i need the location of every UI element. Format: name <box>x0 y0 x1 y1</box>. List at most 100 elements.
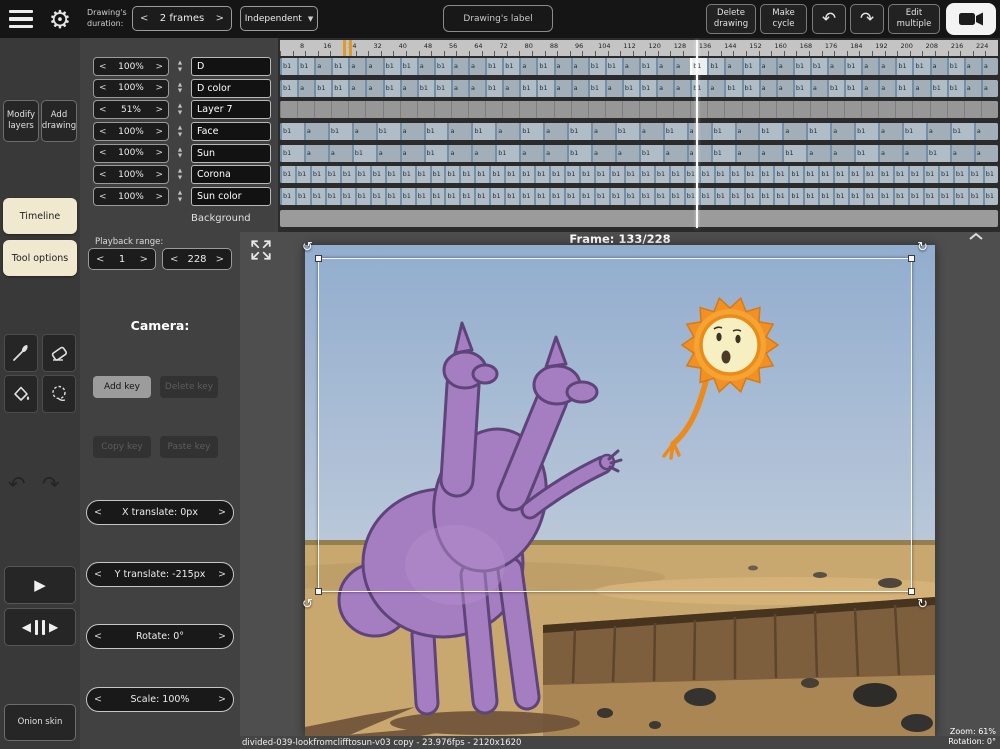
timeline-cell[interactable]: a <box>707 80 724 97</box>
timeline-cell[interactable]: a <box>724 58 741 75</box>
timeline-cell[interactable]: a <box>782 123 806 140</box>
timeline-cell[interactable] <box>724 101 741 118</box>
layer-name-field[interactable]: Layer 7 <box>191 100 271 119</box>
timeline-cell[interactable]: b1 <box>567 145 591 162</box>
opacity-decrement[interactable]: < <box>94 105 112 115</box>
timeline-cell[interactable]: a <box>400 123 424 140</box>
timeline-cell[interactable]: a <box>365 80 382 97</box>
timeline-cell[interactable]: a <box>974 123 998 140</box>
timeline-track-d[interactable]: b1b1ab1aab1b1ab1aab1b1ab1aab1b1ab1aab1b1… <box>280 58 998 75</box>
timeline-cell[interactable]: b1 <box>844 58 861 75</box>
timeline-cell[interactable]: b1 <box>355 188 370 205</box>
timeline-cell[interactable]: b1 <box>908 188 923 205</box>
frame-step-control[interactable]: ◀ ▶ <box>4 608 76 646</box>
layer-name-field[interactable]: Face <box>191 122 271 141</box>
timeline-cell[interactable]: b1 <box>474 188 489 205</box>
timeline-cell[interactable]: b1 <box>803 166 818 183</box>
opacity-increment[interactable]: > <box>150 127 168 137</box>
timeline-cell[interactable]: b1 <box>471 123 495 140</box>
timeline-cell[interactable]: a <box>930 58 947 75</box>
copy-key-button[interactable]: Copy key <box>93 436 151 458</box>
timeline-cell[interactable] <box>776 101 793 118</box>
timeline-cell[interactable] <box>331 101 348 118</box>
timeline-cell[interactable]: a <box>400 145 424 162</box>
timeline-cell[interactable]: b1 <box>519 188 534 205</box>
timeline-cell[interactable] <box>314 101 331 118</box>
timeline-cell[interactable]: a <box>400 80 417 97</box>
modify-layers-button[interactable]: Modify layers <box>3 100 39 142</box>
timeline-cell[interactable]: a <box>878 58 895 75</box>
timeline-cell[interactable]: a <box>878 80 895 97</box>
timeline-cell[interactable]: b1 <box>724 80 741 97</box>
timeline-cell[interactable]: b1 <box>654 166 669 183</box>
timeline-cell[interactable]: b1 <box>639 188 654 205</box>
settings-button[interactable]: ⚙ <box>44 2 76 36</box>
timeline-cell[interactable]: b1 <box>947 58 964 75</box>
x-translate-increment[interactable]: > <box>211 507 233 518</box>
rotate-decrement[interactable]: < <box>87 631 109 642</box>
timeline-cell[interactable]: b1 <box>742 58 759 75</box>
timeline-cell[interactable]: b1 <box>639 58 656 75</box>
opacity-decrement[interactable]: < <box>94 192 112 202</box>
timeline-cell[interactable]: b1 <box>430 166 445 183</box>
playback-end-decrement[interactable]: < <box>163 254 185 265</box>
drawings-label-button[interactable]: Drawing's label <box>443 5 553 32</box>
timeline-cell[interactable]: b1 <box>714 166 729 183</box>
timeline-cell[interactable]: b1 <box>953 166 968 183</box>
paste-key-button[interactable]: Paste key <box>160 436 218 458</box>
timeline-cell[interactable]: b1 <box>519 80 536 97</box>
duration-stepper[interactable]: < 2 frames > <box>132 6 232 31</box>
timeline-cell[interactable]: b1 <box>280 188 295 205</box>
brush-tool-button[interactable] <box>4 334 38 372</box>
layer-name-field[interactable]: Sun color <box>191 187 271 206</box>
timeline-cell[interactable]: a <box>591 123 615 140</box>
timeline-cell[interactable]: b1 <box>383 80 400 97</box>
timeline-cell[interactable]: a <box>759 58 776 75</box>
timeline-cell[interactable]: b1 <box>331 80 348 97</box>
timeline-cell[interactable]: a <box>735 123 759 140</box>
layer-name-field[interactable]: Sun <box>191 144 271 163</box>
timeline-cell[interactable]: b1 <box>424 145 448 162</box>
layer-name-label[interactable]: Background <box>191 213 251 224</box>
timeline-cell[interactable] <box>673 101 690 118</box>
opacity-increment[interactable]: > <box>150 83 168 93</box>
timeline-cell[interactable]: b1 <box>848 188 863 205</box>
timeline-cell[interactable]: b1 <box>833 188 848 205</box>
redo-button[interactable]: ↷ <box>850 4 884 34</box>
timeline-cell[interactable]: a <box>687 123 711 140</box>
timeline-cell[interactable]: b1 <box>534 188 549 205</box>
timeline-track-d-color[interactable]: b1ab1b1aab1ab1b1aab1ab1b1aab1ab1b1aab1ab… <box>280 80 998 97</box>
timeline-cell[interactable]: a <box>348 58 365 75</box>
timeline-cell[interactable]: b1 <box>459 166 474 183</box>
timeline-cell[interactable]: a <box>902 145 926 162</box>
timeline-cell[interactable]: b1 <box>459 188 474 205</box>
playback-start-increment[interactable]: > <box>133 254 155 265</box>
timeline-cell[interactable]: b1 <box>314 80 331 97</box>
layer-reorder-control[interactable]: ▲▼ <box>172 101 188 119</box>
timeline-cell[interactable]: b1 <box>564 166 579 183</box>
timeline-cell[interactable]: b1 <box>594 166 609 183</box>
layer-name-field[interactable]: D color <box>191 79 271 98</box>
timeline-cell[interactable]: b1 <box>536 80 553 97</box>
timeline-cell[interactable]: b1 <box>711 145 735 162</box>
playback-end-increment[interactable]: > <box>209 254 231 265</box>
undo-button-disabled[interactable]: ↶ <box>8 472 26 496</box>
timeline-cell[interactable]: a <box>468 80 485 97</box>
timeline-cell[interactable] <box>742 101 759 118</box>
timeline-cell[interactable]: b1 <box>615 123 639 140</box>
timeline-cell[interactable]: b1 <box>549 188 564 205</box>
timeline-cell[interactable]: b1 <box>444 188 459 205</box>
timeline-cell[interactable]: b1 <box>690 80 707 97</box>
timeline-cell[interactable]: a <box>663 145 687 162</box>
timeline-cell[interactable] <box>947 101 964 118</box>
timeline-cell[interactable]: b1 <box>930 80 947 97</box>
timeline-cell[interactable]: b1 <box>950 123 974 140</box>
timeline-cell[interactable]: b1 <box>788 166 803 183</box>
playhead[interactable] <box>696 40 698 228</box>
timeline-cell[interactable]: b1 <box>622 80 639 97</box>
timeline-cell[interactable] <box>793 101 810 118</box>
timeline-cell[interactable]: a <box>304 145 328 162</box>
make-cycle-button[interactable]: Make cycle <box>760 4 807 34</box>
timeline-cell[interactable]: a <box>759 80 776 97</box>
timeline-cell[interactable]: a <box>468 58 485 75</box>
